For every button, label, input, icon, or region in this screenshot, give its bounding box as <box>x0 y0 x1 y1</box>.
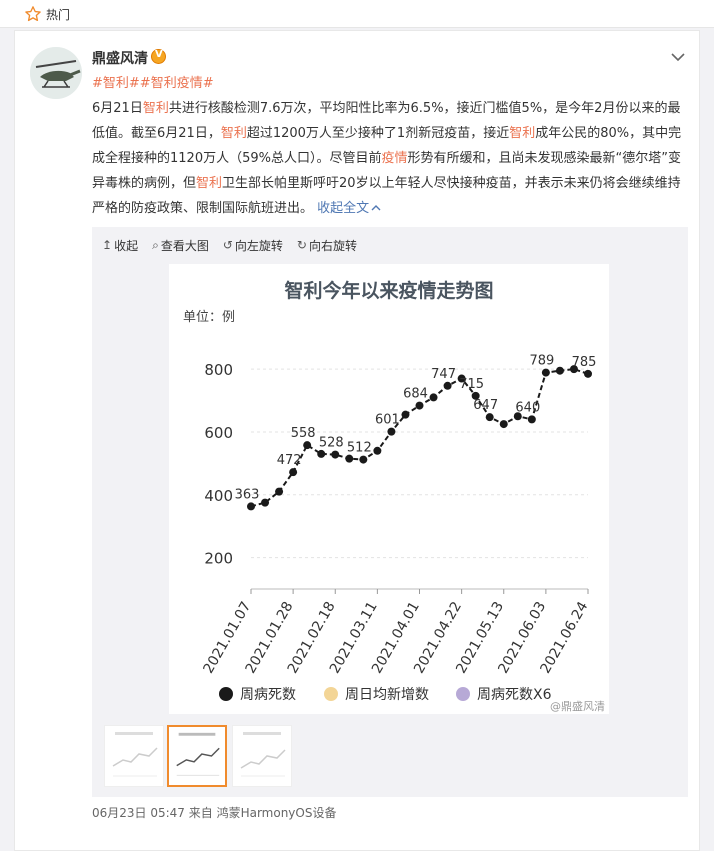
thumbnail-strip <box>104 725 294 787</box>
data-label: 528 <box>319 436 344 451</box>
keyword-link[interactable]: 智利 <box>143 101 169 116</box>
tool-label: 收起 <box>114 238 139 253</box>
data-label: 684 <box>403 387 428 402</box>
data-point <box>261 498 270 507</box>
data-point <box>415 401 424 410</box>
topic-tags: #智利##智利疫情# <box>92 72 214 91</box>
data-point <box>443 381 452 390</box>
post-text: 6月21日智利共进行核酸检测7.6万次，平均阳性比率为6.5%，接近门槛值5%，… <box>92 96 688 221</box>
legend-label: 周病死数 <box>240 687 296 703</box>
collapse-button[interactable]: ↥ 收起 <box>102 237 138 253</box>
text-segment: 超过1200万人至少接种了1剂新冠疫苗，接近 <box>246 126 510 141</box>
tool-label: 向右旋转 <box>308 238 357 253</box>
post-meta: 06月23日 05:47 来自 鸿蒙HarmonyOS设备 <box>92 806 337 820</box>
tool-label: 向左旋转 <box>234 238 283 253</box>
topic-tag[interactable]: #智利# <box>92 76 140 91</box>
data-point <box>275 487 284 496</box>
data-label: 789 <box>529 354 554 369</box>
star-icon <box>25 6 41 22</box>
data-point <box>247 502 255 511</box>
top-bar: 热门 <box>0 0 714 28</box>
post-card: 鼎盛风清 V #智利##智利疫情# 6月21日智利共进行核酸检测7.6万次，平均… <box>14 30 700 851</box>
keyword-link[interactable]: 智利 <box>196 176 222 191</box>
data-point <box>359 455 368 464</box>
legend-label: 周日均新增数 <box>345 687 429 703</box>
data-label: 558 <box>291 426 316 441</box>
verified-badge-icon: V <box>151 49 166 64</box>
data-point <box>555 366 564 375</box>
data-point <box>387 427 396 436</box>
tool-label: 查看大图 <box>160 238 209 253</box>
legend-marker <box>456 687 470 701</box>
data-label: 785 <box>572 355 597 370</box>
thumbnail-chart-image <box>240 732 286 777</box>
chart-image[interactable]: 智利今年以来疫情走势图 单位：例 200 400 600 800 2021.01.07 202… <box>169 264 609 714</box>
data-label: 647 <box>473 398 498 413</box>
y-tick-label: 400 <box>204 487 233 505</box>
data-point <box>485 413 494 422</box>
legend-marker <box>219 687 233 701</box>
thumbnail-3[interactable] <box>232 725 292 787</box>
data-point <box>303 441 312 450</box>
line-chart: 智利今年以来疫情走势图单位：例2004006008002021.01.07202… <box>183 279 605 713</box>
view-large-button[interactable]: ⌕ 查看大图 <box>152 237 209 253</box>
data-point <box>373 446 382 455</box>
keyword-link[interactable]: 智利 <box>221 126 247 141</box>
rotate-right-icon: ↻ <box>296 238 307 252</box>
y-tick-label: 200 <box>204 550 233 568</box>
collapse-text-link[interactable]: 收起全文 <box>317 201 381 216</box>
data-point <box>331 450 340 459</box>
data-point <box>345 454 354 463</box>
data-point <box>317 449 326 458</box>
chart-title: 智利今年以来疫情走势图 <box>284 279 493 302</box>
data-label: 601 <box>375 413 400 428</box>
thumbnail-chart-image <box>112 732 158 777</box>
data-point <box>289 468 298 477</box>
collapse-up-icon: ↥ <box>102 238 113 252</box>
text-segment: 6月21日 <box>92 101 143 116</box>
data-label: 715 <box>459 377 484 392</box>
data-point <box>527 415 536 424</box>
y-tick-label: 800 <box>204 361 233 379</box>
helicopter-avatar-image <box>30 47 82 99</box>
media-toolbar: ↥ 收起 ⌕ 查看大图 ↺ 向左旋转 ↻ 向右旋转 <box>102 237 371 253</box>
data-label: 512 <box>347 441 372 456</box>
data-point <box>584 369 592 378</box>
data-label: 640 <box>515 400 540 415</box>
watermark: @鼎盛风清 <box>550 699 605 713</box>
unit-label: 单位：例 <box>183 310 235 325</box>
chevron-down-icon[interactable] <box>670 51 686 63</box>
chevron-up-icon <box>371 205 381 211</box>
data-label: 472 <box>277 453 302 468</box>
rotate-right-button[interactable]: ↻ 向右旋转 <box>297 237 357 253</box>
data-point <box>541 368 550 377</box>
rotate-left-icon: ↺ <box>222 238 233 252</box>
keyword-link[interactable]: 疫情 <box>381 151 407 166</box>
y-tick-label: 600 <box>204 424 233 442</box>
thumbnail-chart-image <box>176 732 220 776</box>
media-viewer: ↥ 收起 ⌕ 查看大图 ↺ 向左旋转 ↻ 向右旋转 智利今年以来疫情走势图单位：例 200… <box>92 227 688 797</box>
data-label: 747 <box>431 367 456 382</box>
data-label: 363 <box>235 487 260 502</box>
legend-marker <box>324 687 338 701</box>
data-point <box>401 410 410 419</box>
data-point <box>429 393 438 402</box>
data-point <box>499 420 508 429</box>
avatar[interactable] <box>30 47 82 99</box>
keyword-link[interactable]: 智利 <box>509 126 535 141</box>
author-name[interactable]: 鼎盛风清 <box>92 48 148 68</box>
rotate-left-button[interactable]: ↺ 向左旋转 <box>223 237 283 253</box>
thumbnail-2-selected[interactable] <box>167 725 227 787</box>
legend-label: 周病死数X6 <box>477 687 552 703</box>
thumbnail-1[interactable] <box>104 725 164 787</box>
section-title: 热门 <box>46 8 71 22</box>
magnifier-icon: ⌕ <box>152 237 159 252</box>
topic-tag[interactable]: #智利疫情# <box>140 76 214 91</box>
